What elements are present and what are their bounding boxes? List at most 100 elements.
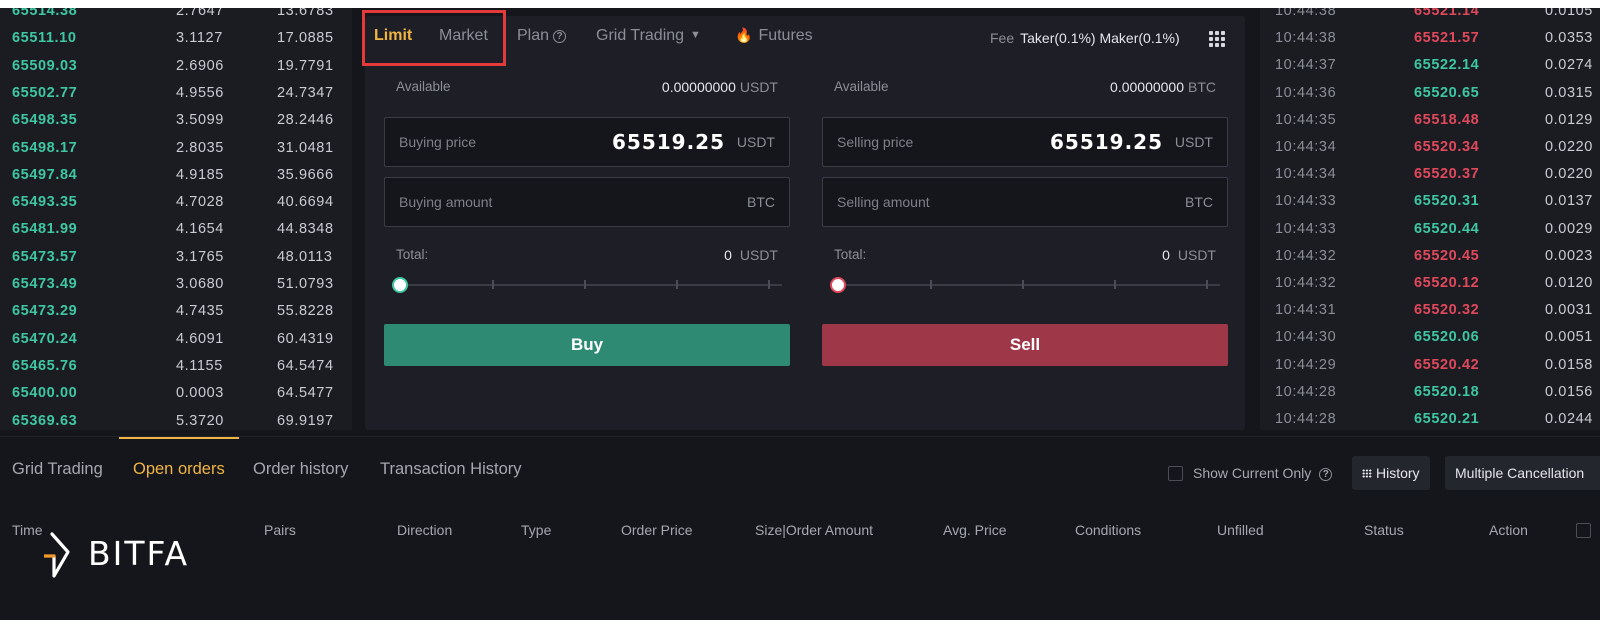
- orderbook-row[interactable]: 65465.76 4.1155 64.5474: [0, 353, 352, 381]
- trade-amount: 0.0220: [1545, 166, 1593, 183]
- selling-amount-unit: BTC: [1185, 194, 1213, 210]
- orderbook-row[interactable]: 65481.99 4.1654 44.8348: [0, 216, 352, 244]
- trade-price: 65520.06: [1414, 329, 1480, 346]
- orderbook-total: 24.7347: [277, 84, 334, 101]
- trade-time: 10:44:31: [1275, 302, 1337, 319]
- orderbook-row[interactable]: 65470.24 4.6091 60.4319: [0, 326, 352, 354]
- orderbook-total: 51.0793: [277, 276, 334, 292]
- orderbook-price: 65514.38: [12, 8, 78, 19]
- history-button[interactable]: History: [1352, 456, 1430, 490]
- orderbook-row[interactable]: 65502.77 4.9556 24.7347: [0, 80, 352, 108]
- orderbook-row[interactable]: 65498.35 3.5099 28.2446: [0, 107, 352, 135]
- orderbook-row[interactable]: 65369.63 5.3720 69.9197: [0, 408, 352, 431]
- tab-transaction-history[interactable]: Transaction History: [380, 460, 522, 479]
- tab-order-history[interactable]: Order history: [253, 460, 348, 479]
- available-label: Available: [396, 79, 451, 94]
- sell-amount-slider[interactable]: [830, 276, 1220, 294]
- column-header: Direction: [397, 522, 453, 538]
- bitfa-logo: BITFA: [42, 530, 194, 582]
- trade-price: 65522.14: [1414, 57, 1480, 74]
- select-all-checkbox[interactable]: [1576, 523, 1591, 538]
- trade-amount: 0.0353: [1545, 30, 1593, 47]
- sell-button[interactable]: Sell: [822, 324, 1228, 366]
- selling-price-field[interactable]: Selling price 65519.25 USDT: [822, 117, 1228, 167]
- trade-row: 10:44:28 65520.18 0.0156: [1260, 379, 1600, 406]
- trade-time: 10:44:35: [1275, 111, 1337, 128]
- trade-amount: 0.0244: [1545, 411, 1593, 427]
- orderbook-total: 55.8228: [277, 303, 334, 320]
- trade-price: 65520.34: [1414, 139, 1480, 155]
- trade-time: 10:44:34: [1275, 139, 1337, 155]
- trade-price: 65520.37: [1414, 166, 1480, 183]
- trade-row: 10:44:30 65520.06 0.0051: [1260, 324, 1600, 351]
- orderbook-total: 60.4319: [277, 330, 334, 347]
- trade-price: 65521.57: [1414, 30, 1480, 47]
- buying-price-field[interactable]: Buying price 65519.25 USDT: [384, 117, 790, 167]
- trade-time: 10:44:32: [1275, 247, 1337, 264]
- trade-amount: 0.0023: [1545, 247, 1593, 264]
- orderbook-price: 65481.99: [12, 221, 78, 238]
- show-current-only-label: Show Current Only: [1193, 465, 1312, 481]
- history-icon: [1362, 469, 1372, 478]
- selling-amount-label: Selling amount: [837, 194, 930, 210]
- buying-price-value: 65519.25: [611, 130, 725, 154]
- trade-price: 65520.32: [1414, 302, 1480, 319]
- trade-time: 10:44:28: [1275, 383, 1337, 400]
- column-header: Size|Order Amount: [755, 522, 874, 538]
- buying-amount-unit: BTC: [747, 194, 775, 210]
- orderbook-price: 65400.00: [12, 385, 78, 402]
- multiple-cancellation-button[interactable]: Multiple Cancellation: [1445, 456, 1600, 490]
- orderbook-price: 65465.76: [12, 357, 78, 374]
- orderbook-amount: 2.7647: [176, 8, 224, 19]
- trading-app: 65514.38 2.7647 13.6783 65511.10 3.1127 17.08…: [0, 8, 1600, 620]
- available-label: Available: [834, 79, 889, 94]
- trade-amount: 0.0274: [1545, 57, 1593, 74]
- orderbook-amount: 3.5099: [176, 112, 224, 129]
- trade-amount: 0.0156: [1545, 383, 1593, 400]
- selling-price-unit: USDT: [1174, 134, 1213, 150]
- trade-price: 65520.45: [1414, 247, 1480, 264]
- total-value: 0 USDT: [724, 247, 778, 263]
- orderbook-row[interactable]: 65511.10 3.1127 17.0885: [0, 25, 352, 53]
- trade-amount: 0.0220: [1545, 139, 1593, 155]
- tab-open-orders[interactable]: Open orders: [133, 460, 225, 479]
- selling-amount-field[interactable]: Selling amount BTC: [822, 177, 1228, 227]
- trade-amount: 0.0029: [1545, 220, 1593, 237]
- trade-price: 65518.48: [1414, 111, 1480, 128]
- buy-button[interactable]: Buy: [384, 324, 790, 366]
- trade-price: 65521.14: [1414, 8, 1480, 19]
- buying-amount-field[interactable]: Buying amount BTC: [384, 177, 790, 227]
- orderbook-amount: 2.6906: [176, 57, 224, 74]
- orderbook-amount: 4.9556: [176, 84, 224, 101]
- column-header: Order Price: [621, 522, 693, 538]
- total-value: 0 USDT: [1162, 247, 1216, 263]
- show-current-only-toggle[interactable]: Show Current Only?: [1168, 465, 1333, 481]
- slider-handle[interactable]: [830, 277, 846, 293]
- checkbox-icon[interactable]: [1168, 466, 1183, 481]
- orderbook-row[interactable]: 65498.17 2.8035 31.0481: [0, 135, 352, 163]
- orderbook-price: 65470.24: [12, 330, 78, 347]
- orderbook-row[interactable]: 65493.35 4.7028 40.6694: [0, 189, 352, 217]
- orderbook-row[interactable]: 65497.84 4.9185 35.9666: [0, 162, 352, 190]
- orderbook-total: 13.6783: [277, 8, 334, 19]
- orderbook-row[interactable]: 65473.57 3.1765 48.0113: [0, 244, 352, 272]
- orderbook-total: 69.9197: [277, 412, 334, 429]
- orderbook-price: 65502.77: [12, 84, 78, 101]
- tab-grid-trading-orders[interactable]: Grid Trading: [12, 460, 103, 479]
- slider-handle[interactable]: [392, 277, 408, 293]
- trade-row: 10:44:32 65520.45 0.0023: [1260, 243, 1600, 270]
- orderbook-row[interactable]: 65509.03 2.6906 19.7791: [0, 53, 352, 81]
- total-label: Total:: [396, 247, 429, 262]
- orderbook-row[interactable]: 65473.49 3.0680 51.0793: [0, 271, 352, 299]
- orderbook-amount: 2.8035: [176, 139, 224, 156]
- trade-amount: 0.0120: [1545, 275, 1593, 291]
- orderbook-row[interactable]: 65473.29 4.7435 55.8228: [0, 298, 352, 326]
- trade-time: 10:44:29: [1275, 356, 1337, 373]
- buy-amount-slider[interactable]: [392, 276, 782, 294]
- trade-row: 10:44:38 65521.14 0.0105: [1260, 8, 1600, 25]
- trade-amount: 0.0051: [1545, 329, 1593, 346]
- orderbook-row[interactable]: 65514.38 2.7647 13.6783: [0, 8, 352, 26]
- trade-row: 10:44:35 65518.48 0.0129: [1260, 107, 1600, 134]
- orderbook-total: 35.9666: [277, 166, 334, 183]
- orderbook-row[interactable]: 65400.00 0.0003 64.5477: [0, 380, 352, 408]
